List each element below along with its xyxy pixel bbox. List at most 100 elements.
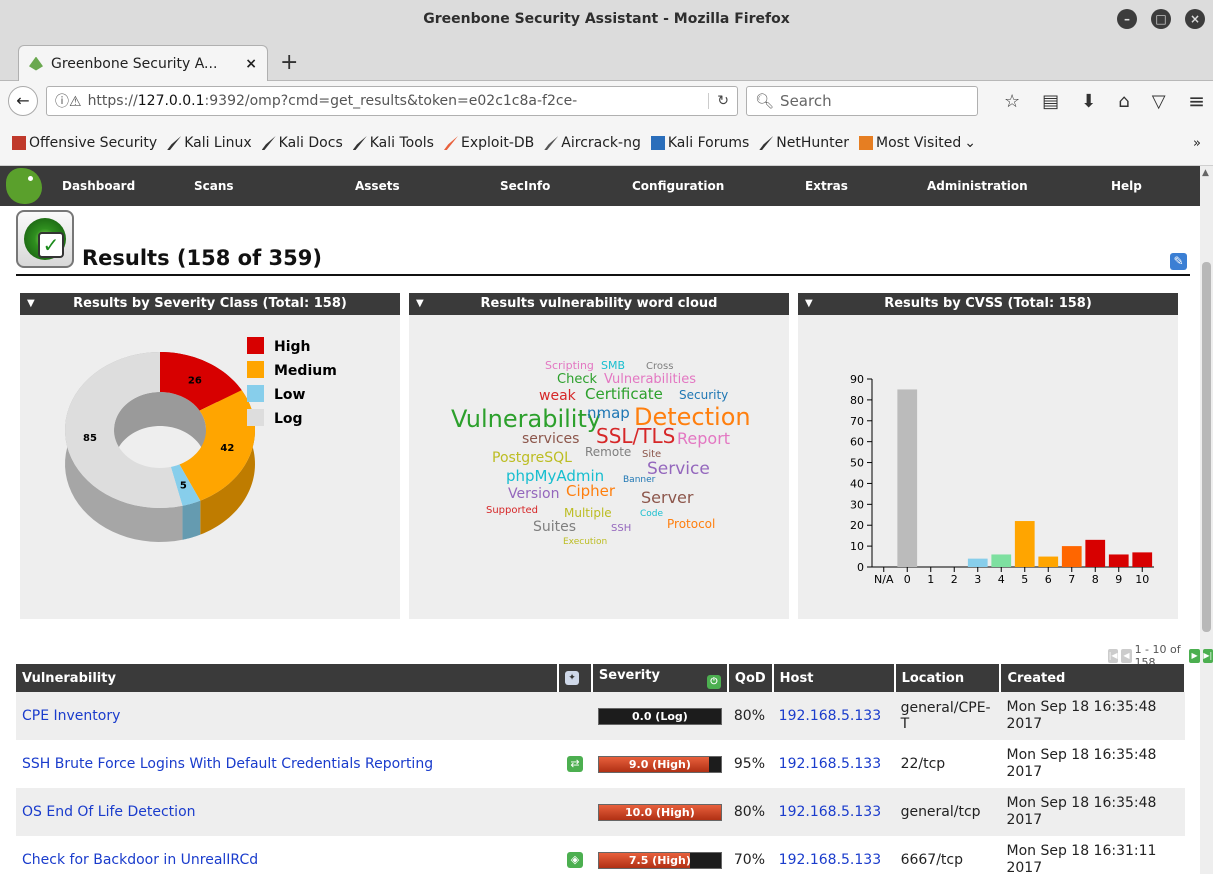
first-page-icon[interactable]: |◀ bbox=[1108, 649, 1119, 663]
word-cloud-term[interactable]: nmap bbox=[587, 404, 630, 422]
bookmark-item[interactable]: Offensive Security bbox=[12, 135, 157, 151]
prev-page-icon[interactable]: ◀ bbox=[1121, 649, 1132, 663]
nav-extras[interactable]: Extras bbox=[805, 166, 848, 206]
bookmark-item[interactable]: Kali Forums bbox=[650, 135, 749, 151]
nav-dashboard[interactable]: Dashboard bbox=[62, 166, 135, 206]
word-cloud-term[interactable]: Scripting bbox=[545, 359, 594, 372]
cvss-bar-7[interactable] bbox=[1061, 546, 1082, 567]
cvss-bar-9[interactable] bbox=[1108, 554, 1129, 567]
power-icon[interactable]: ⏻ bbox=[706, 674, 721, 689]
cvss-bar-5[interactable] bbox=[1014, 521, 1035, 567]
override-icon[interactable]: ⇄ bbox=[566, 756, 583, 772]
word-cloud-term[interactable]: SSH bbox=[611, 523, 631, 534]
col-header-severity[interactable]: Severity ⏻ bbox=[591, 664, 729, 692]
word-cloud-term[interactable]: Code bbox=[640, 509, 664, 519]
nav-help[interactable]: Help bbox=[1111, 166, 1142, 206]
nav-configuration[interactable]: Configuration bbox=[632, 166, 724, 206]
col-header-vulnerability[interactable]: Vulnerability bbox=[16, 664, 559, 692]
nav-secinfo[interactable]: SecInfo bbox=[500, 166, 550, 206]
solution-shield-icon[interactable]: ◈ bbox=[566, 852, 583, 868]
last-page-icon[interactable]: ▶| bbox=[1202, 649, 1213, 663]
page-scrollbar[interactable]: ▲ bbox=[1200, 166, 1213, 874]
download-icon[interactable]: ⬇ bbox=[1081, 91, 1096, 112]
vulnerability-link[interactable]: OS End Of Life Detection bbox=[22, 804, 196, 820]
host-link[interactable]: 192.168.5.133 bbox=[779, 804, 881, 820]
word-cloud-term[interactable]: Cross bbox=[646, 361, 673, 372]
bookmark-item[interactable]: NetHunter bbox=[759, 135, 849, 151]
cvss-bar-3[interactable] bbox=[967, 558, 988, 567]
hamburger-menu-icon[interactable]: ≡ bbox=[1188, 89, 1205, 113]
url-bar[interactable]: ⓘ⚠ https://127.0.0.1:9392/omp?cmd=get_re… bbox=[46, 86, 738, 116]
minimize-icon[interactable]: – bbox=[1117, 9, 1137, 29]
reload-icon[interactable]: ↻ bbox=[708, 93, 729, 109]
host-link[interactable]: 192.168.5.133 bbox=[779, 756, 881, 772]
vulnerability-link[interactable]: SSH Brute Force Logins With Default Cred… bbox=[22, 756, 433, 772]
word-cloud-term[interactable]: Supported bbox=[486, 505, 538, 516]
pocket-icon[interactable]: ▽ bbox=[1152, 91, 1166, 112]
new-tab-icon[interactable]: + bbox=[280, 50, 298, 75]
browser-tab[interactable]: Greenbone Security A... × bbox=[18, 45, 268, 81]
word-cloud-term[interactable]: Cipher bbox=[566, 482, 616, 500]
col-header-host[interactable]: Host bbox=[772, 664, 896, 692]
bookmark-item[interactable]: Aircrack-ng bbox=[544, 135, 641, 151]
bookmark-item[interactable]: Exploit-DB bbox=[443, 135, 534, 151]
next-page-icon[interactable]: ▶ bbox=[1189, 649, 1200, 663]
back-arrow-icon[interactable]: ← bbox=[8, 86, 38, 116]
word-cloud-term[interactable]: Multiple bbox=[564, 506, 612, 520]
vulnerability-link[interactable]: Check for Backdoor in UnrealIRCd bbox=[22, 852, 258, 868]
greenbone-logo-icon[interactable] bbox=[6, 168, 42, 204]
bookmark-item[interactable]: Most Visited ⌄ bbox=[859, 135, 976, 151]
bookmark-item[interactable]: Kali Tools bbox=[352, 135, 434, 151]
bookmark-item[interactable]: Kali Linux bbox=[167, 135, 252, 151]
word-cloud-term[interactable]: services bbox=[522, 431, 579, 447]
bookmarks-overflow-icon[interactable]: » bbox=[1193, 136, 1201, 151]
cvss-bar-4[interactable] bbox=[991, 554, 1012, 567]
word-cloud-term[interactable]: Vulnerability bbox=[451, 405, 601, 433]
host-cell: 192.168.5.133 bbox=[772, 692, 895, 740]
col-header-location[interactable]: Location bbox=[894, 664, 1002, 692]
info-lock-icon[interactable]: ⓘ⚠ bbox=[55, 91, 82, 111]
word-cloud-term[interactable]: PostgreSQL bbox=[492, 450, 572, 466]
home-icon[interactable]: ⌂ bbox=[1118, 91, 1129, 112]
cvss-bar-8[interactable] bbox=[1085, 539, 1106, 567]
close-icon[interactable]: × bbox=[1185, 9, 1205, 29]
nav-scans[interactable]: Scans bbox=[194, 166, 234, 206]
panel-collapse-icon[interactable]: ▼ bbox=[416, 293, 424, 315]
panel-collapse-icon[interactable]: ▼ bbox=[27, 293, 35, 315]
wrench-icon[interactable]: ✎ bbox=[1170, 253, 1187, 270]
bookmark-star-icon[interactable]: ☆ bbox=[1004, 91, 1020, 112]
maximize-icon[interactable]: □ bbox=[1151, 9, 1171, 29]
word-cloud-term[interactable]: Protocol bbox=[667, 517, 715, 531]
reading-list-icon[interactable]: ▤ bbox=[1042, 91, 1059, 112]
search-input[interactable]: 🔍︎ Search bbox=[746, 86, 978, 116]
col-header-created[interactable]: Created bbox=[1000, 664, 1186, 692]
panel-collapse-icon[interactable]: ▼ bbox=[805, 293, 813, 315]
bookmark-item[interactable]: Kali Docs bbox=[261, 135, 343, 151]
host-link[interactable]: 192.168.5.133 bbox=[779, 852, 881, 868]
scroll-up-icon[interactable]: ▲ bbox=[1202, 168, 1209, 178]
col-header-qod[interactable]: QoD bbox=[727, 664, 774, 692]
word-cloud-term[interactable]: Version bbox=[508, 486, 559, 502]
word-cloud-term[interactable]: SMB bbox=[601, 359, 625, 372]
nav-assets[interactable]: Assets bbox=[355, 166, 400, 206]
vulnerability-link[interactable]: CPE Inventory bbox=[22, 708, 120, 724]
nav-administration[interactable]: Administration bbox=[927, 166, 1028, 206]
word-cloud-term[interactable]: Report bbox=[677, 429, 730, 448]
word-cloud-term[interactable]: Certificate bbox=[585, 385, 663, 403]
word-cloud-term[interactable]: Service bbox=[647, 459, 710, 479]
word-cloud-term[interactable]: Banner bbox=[623, 475, 656, 485]
scrollbar-thumb[interactable] bbox=[1202, 262, 1211, 632]
cvss-bar-0[interactable] bbox=[897, 389, 918, 567]
word-cloud-term[interactable]: Remote bbox=[585, 445, 631, 459]
word-cloud-term[interactable]: Security bbox=[679, 388, 728, 402]
location-cell: general/tcp bbox=[894, 788, 1001, 836]
word-cloud-term[interactable]: Execution bbox=[563, 537, 607, 547]
cvss-bar-6[interactable] bbox=[1038, 556, 1059, 567]
word-cloud-term[interactable]: Suites bbox=[533, 519, 576, 535]
tab-close-icon[interactable]: × bbox=[245, 56, 257, 72]
host-link[interactable]: 192.168.5.133 bbox=[779, 708, 881, 724]
word-cloud-term[interactable]: weak bbox=[539, 388, 577, 404]
cvss-bar-10[interactable] bbox=[1132, 552, 1153, 567]
legend-label: Log bbox=[274, 411, 303, 427]
word-cloud-term[interactable]: Server bbox=[641, 488, 694, 507]
